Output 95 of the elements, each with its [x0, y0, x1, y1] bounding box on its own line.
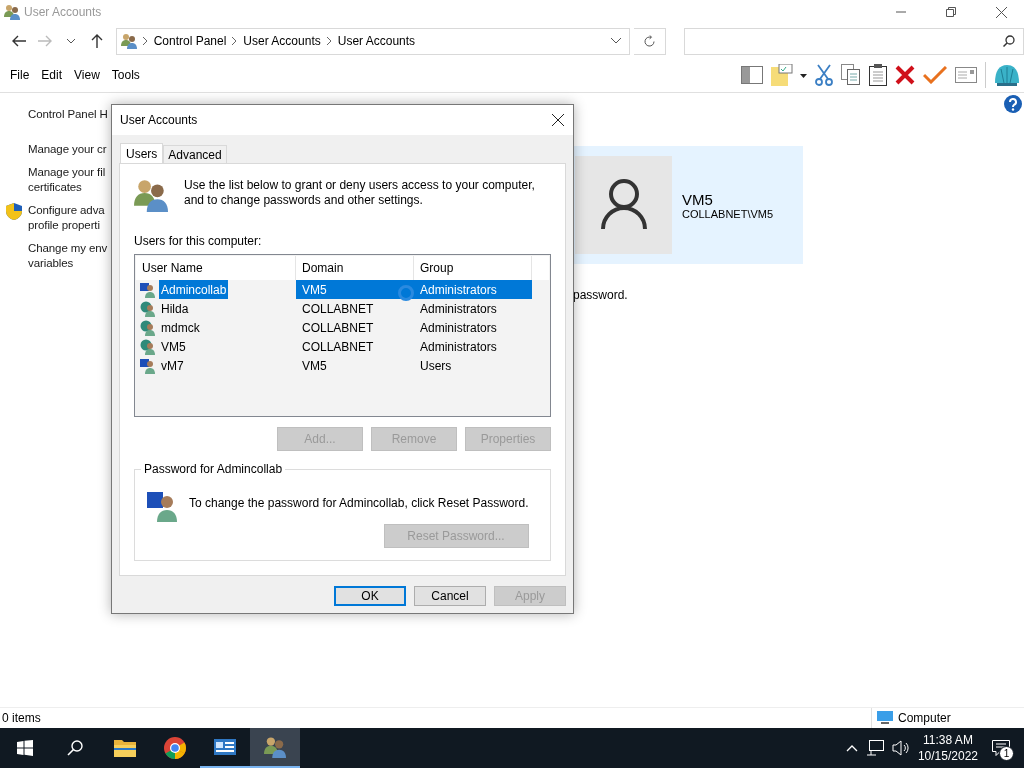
dialog-button[interactable]: OK	[334, 586, 406, 606]
sidebar-link[interactable]: certificates	[28, 180, 82, 195]
menu-item[interactable]: Tools	[105, 64, 146, 86]
table-cell-text: COLLABNET	[301, 300, 375, 318]
table-cell-text: COLLABNET	[301, 338, 375, 356]
user-name[interactable]: vM7	[159, 356, 186, 375]
dialog-button[interactable]: Cancel	[414, 586, 486, 606]
window-title: User Accounts	[24, 5, 102, 19]
dialog-title: User Accounts	[120, 113, 198, 127]
sidebar-link[interactable]: Manage your cr	[28, 142, 107, 157]
sidebar-link[interactable]: variables	[28, 256, 74, 271]
tab[interactable]: Users	[120, 143, 164, 163]
sidebar-link[interactable]: profile properti	[28, 218, 100, 233]
user-globe-icon	[140, 338, 156, 355]
sidebar-link[interactable]: Manage your fil	[28, 165, 106, 180]
table-cell-text: Users	[419, 357, 453, 375]
user-name[interactable]: VM5	[159, 337, 188, 356]
search-field[interactable]	[684, 27, 1024, 55]
menu-item[interactable]: View	[68, 64, 106, 86]
busy-cursor-icon	[397, 284, 415, 302]
password-text: To change the password for Admincollab, click Reset Password.	[189, 495, 529, 510]
envelope-icon[interactable]	[955, 67, 977, 83]
up-icon[interactable]	[90, 34, 103, 48]
menu-item[interactable]: Edit	[35, 64, 69, 86]
close-icon[interactable]	[552, 114, 564, 126]
table-cell: VM5	[296, 280, 414, 299]
list-label: Users for this computer:	[134, 234, 263, 248]
chevron-down-icon[interactable]	[66, 38, 75, 44]
account-domain: COLLABNET\VM5	[682, 207, 774, 220]
computer-icon	[876, 711, 894, 725]
breadcrumb[interactable]: Control Panel	[153, 34, 227, 48]
refresh-icon[interactable]	[642, 34, 656, 48]
clipboard-icon[interactable]	[869, 64, 887, 86]
speaker-icon[interactable]	[891, 740, 910, 756]
notifications-icon[interactable]	[992, 740, 1010, 756]
tab[interactable]: Advanced	[163, 145, 227, 163]
user-computer-icon	[140, 281, 156, 298]
clock[interactable]: 11:38 AM 10/15/2022	[917, 732, 978, 764]
properties-icon[interactable]	[771, 64, 807, 86]
address-bar[interactable]: Control Panel User Accounts User Accounts	[115, 27, 630, 55]
location-icon	[120, 33, 137, 49]
close-icon[interactable]	[995, 6, 1007, 18]
user-name[interactable]: mdmck	[159, 318, 202, 337]
table-cell: Administrators	[414, 280, 532, 299]
restore-icon[interactable]	[946, 7, 956, 17]
sidebar-link[interactable]: Change my env	[28, 241, 108, 256]
checkmark-icon[interactable]	[923, 66, 947, 84]
chevron-up-icon[interactable]	[845, 744, 858, 752]
chevron-icon	[142, 37, 148, 45]
scissors-icon[interactable]	[815, 64, 833, 86]
windows-icon[interactable]	[17, 740, 33, 756]
copy-icon[interactable]	[841, 64, 861, 86]
table-cell-text: Administrators	[419, 300, 498, 318]
user-computer-icon	[140, 357, 156, 374]
user-computer-icon	[147, 490, 179, 522]
user-name[interactable]: Admincollab	[159, 280, 229, 299]
help-icon[interactable]	[1004, 95, 1022, 113]
window-icon	[4, 4, 20, 20]
back-icon[interactable]	[11, 35, 26, 47]
chevron-down-icon[interactable]	[610, 38, 621, 44]
browser-icon	[163, 736, 187, 760]
control-panel-icon	[213, 737, 237, 757]
chevron-icon	[232, 37, 238, 45]
table-cell-text: Administrators	[419, 319, 498, 337]
notification-count: 1	[999, 746, 1014, 761]
person-icon	[600, 179, 647, 231]
users-list[interactable]: User Name Domain Group Admincollab VM5 Administrators Hilda COLLABNET Administrators mdmck COLLABNET Administrators VM5 COLLABNET Administrators vM7 VM5 Users	[134, 254, 551, 417]
sidebar-link[interactable]: Configure adva	[28, 203, 105, 218]
user-globe-icon	[140, 319, 156, 336]
sidebar-heading: Control Panel H	[28, 107, 108, 122]
shield-icon	[6, 203, 22, 220]
users-icon	[134, 178, 168, 212]
breadcrumb[interactable]: User Accounts	[337, 34, 416, 48]
instructions-text: Use the list below to grant or deny users access to your computer, and to change passwords and other settings.	[184, 178, 536, 208]
location-label: Computer	[898, 711, 951, 725]
chevron-icon	[326, 37, 332, 45]
folder-icon	[113, 738, 137, 758]
layout-pane-icon[interactable]	[741, 66, 763, 84]
search-icon	[1003, 35, 1015, 47]
table-cell-text: VM5	[301, 357, 328, 375]
item-count: 0 items	[2, 711, 41, 725]
network-icon[interactable]	[865, 740, 884, 756]
group-title: Password for Admincollab	[141, 462, 286, 476]
breadcrumb[interactable]: User Accounts	[243, 34, 321, 48]
users-icon	[264, 736, 286, 758]
table-cell-text: COLLABNET	[301, 319, 375, 337]
table-cell-text: Administrators	[419, 338, 498, 356]
user-globe-icon	[140, 300, 156, 317]
delete-icon[interactable]	[895, 65, 915, 85]
user-name[interactable]: Hilda	[159, 299, 191, 318]
menu-item[interactable]: File	[4, 64, 36, 86]
description-text: password.	[573, 288, 628, 302]
shell-icon[interactable]	[994, 63, 1020, 87]
account-name: VM5	[682, 190, 714, 208]
search-icon[interactable]	[67, 740, 83, 756]
